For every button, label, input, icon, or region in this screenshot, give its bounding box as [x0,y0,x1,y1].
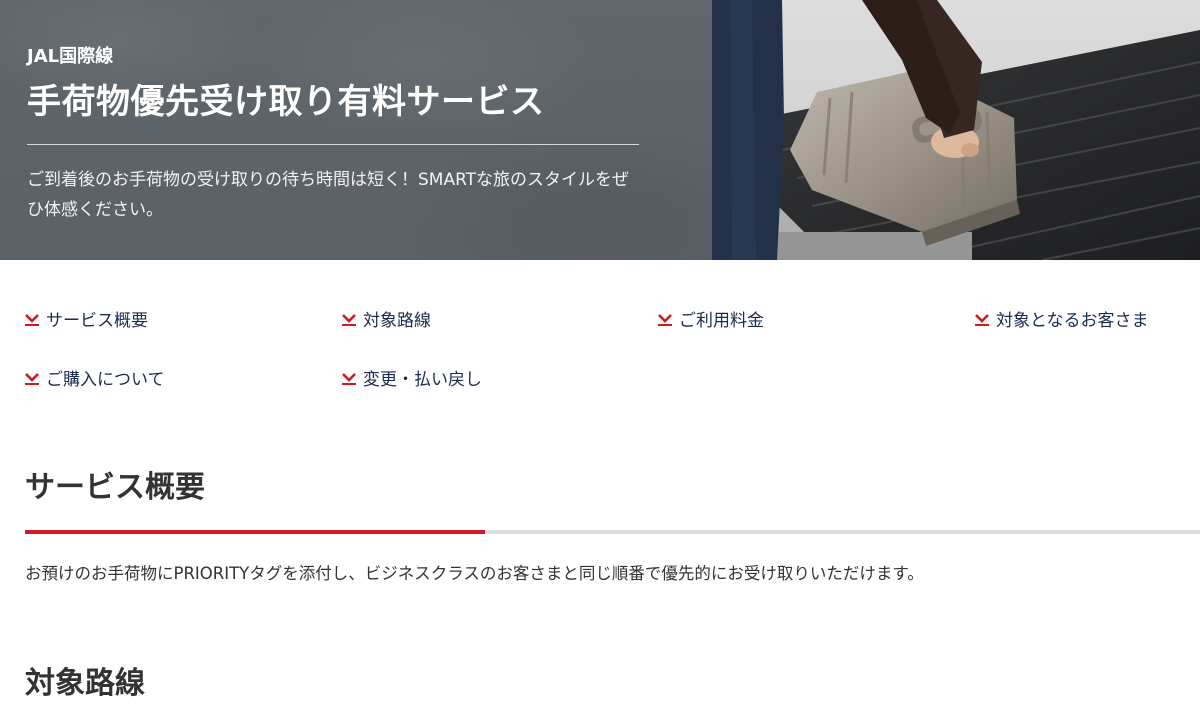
anchor-link-target-routes[interactable]: 対象路線 [341,303,431,333]
anchor-link-label: ご利用料金 [679,310,764,331]
hero-lead-text: ご到着後のお手荷物の受け取りの待ち時間は短く！SMARTな旅のスタイルをぜひ体感… [27,170,630,220]
anchor-link-label: ご購入について [46,369,165,390]
page-title: 手荷物優先受け取り有料サービス [27,82,545,122]
chevron-down-icon [342,373,356,385]
section-divider-accent [25,530,485,534]
baggage-carousel-photo [712,0,1200,260]
section-divider [25,530,1200,534]
chevron-down-icon [342,314,356,326]
anchor-link-label: 対象路線 [363,310,431,331]
hero-banner: JAL国際線 手荷物優先受け取り有料サービス ご到着後のお手荷物の受け取りの待ち… [0,0,1200,260]
hero-divider [27,144,639,145]
chevron-down-icon [25,373,39,385]
anchor-link-label: サービス概要 [46,310,148,331]
anchor-link-service-overview[interactable]: サービス概要 [24,303,148,333]
hero-kicker: JAL国際線 [27,46,114,67]
section-title: 対象路線 [25,666,145,701]
chevron-down-icon [975,314,989,326]
chevron-down-icon [658,314,672,326]
anchor-link-label: 変更・払い戻し [363,369,482,390]
hero-text-block: JAL国際線 手荷物優先受け取り有料サービス ご到着後のお手荷物の受け取りの待ち… [27,44,639,225]
chevron-down-icon [25,314,39,326]
section-body-text: お預けのお手荷物にPRIORITYタグを添付し、ビジネスクラスのお客さまと同じ順… [25,564,924,583]
anchor-link-purchase[interactable]: ご購入について [24,362,165,392]
anchor-link-label: 対象となるお客さま [996,310,1149,331]
anchor-link-changes-refunds[interactable]: 変更・払い戻し [341,362,482,392]
anchor-nav: サービス概要 対象路線 ご利用料金 対象となるお客さま ご購入について 変更・払… [0,292,1200,412]
anchor-link-eligible-customers[interactable]: 対象となるお客さま [974,303,1149,333]
anchor-link-fees[interactable]: ご利用料金 [657,303,764,333]
section-title: サービス概要 [25,470,205,505]
